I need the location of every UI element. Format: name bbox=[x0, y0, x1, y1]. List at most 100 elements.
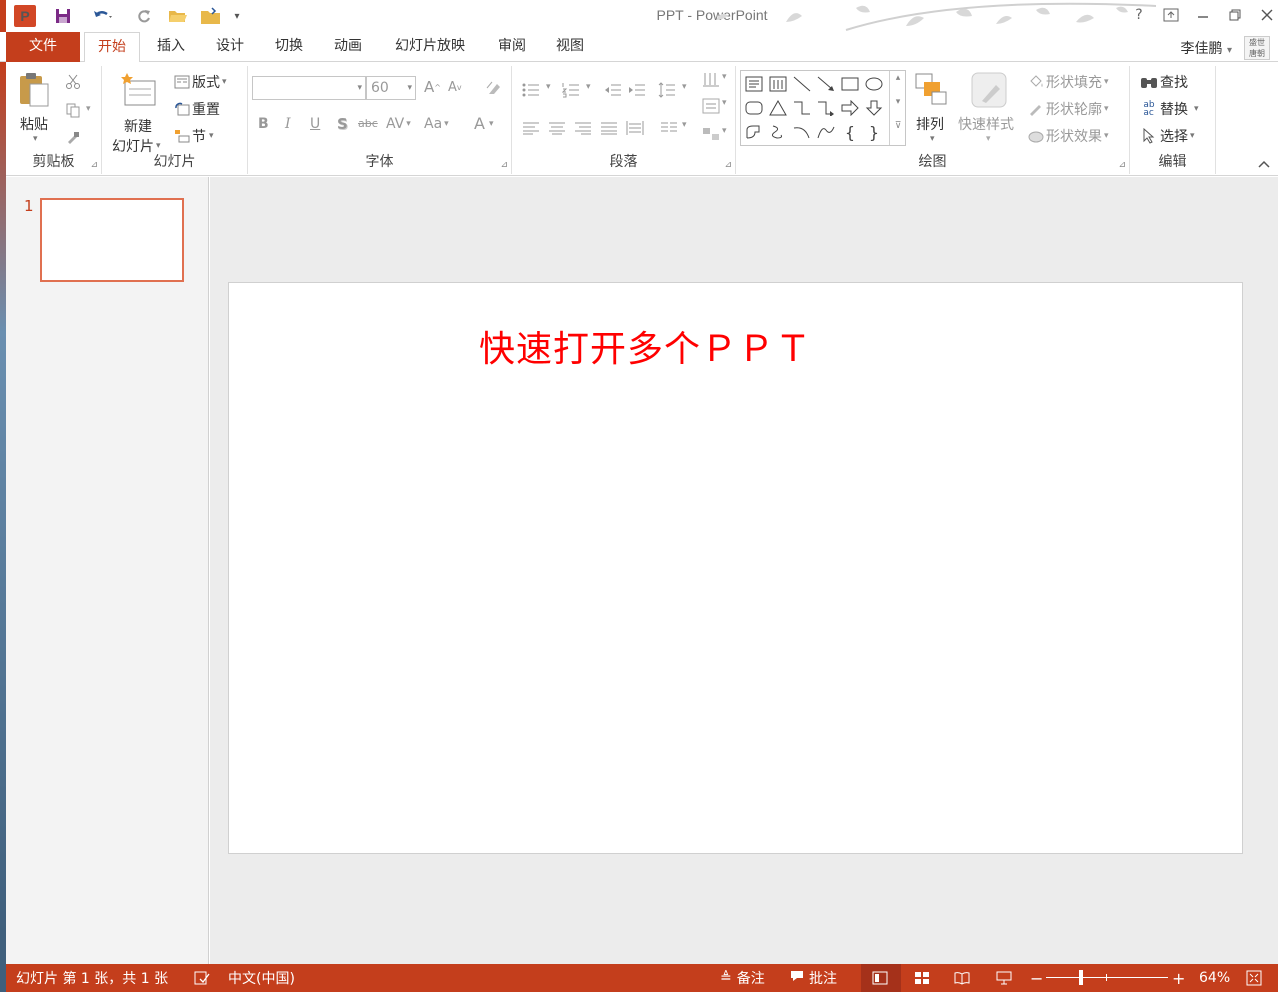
vertical-textbox-shape-icon[interactable] bbox=[767, 73, 789, 95]
font-name-combo[interactable]: ▾ bbox=[252, 76, 366, 100]
fit-slide-icon[interactable] bbox=[1246, 964, 1262, 992]
strikethrough-button[interactable]: abc bbox=[358, 117, 378, 130]
tab-insert[interactable]: 插入 bbox=[145, 32, 197, 62]
slide-thumbnail[interactable] bbox=[40, 198, 184, 282]
quick-styles-icon[interactable] bbox=[968, 70, 1010, 110]
font-color-button[interactable]: A ▾ bbox=[474, 114, 493, 133]
text-direction-dropdown-icon[interactable]: ▾ bbox=[722, 72, 727, 82]
paste-dropdown-icon[interactable]: ▾ bbox=[33, 134, 38, 144]
elbow-arrow-shape-icon[interactable] bbox=[815, 97, 837, 119]
align-text-dropdown-icon[interactable]: ▾ bbox=[722, 98, 727, 108]
elbow-connector-shape-icon[interactable] bbox=[791, 97, 813, 119]
slide-title-text[interactable]: 快速打开多个ＰＰＴ bbox=[479, 320, 812, 372]
replace-button[interactable]: ab ac 替换 ▾ bbox=[1138, 99, 1198, 119]
line-spacing-dropdown-icon[interactable]: ▾ bbox=[682, 82, 687, 92]
reset-button[interactable]: 重置 bbox=[172, 99, 220, 119]
justify-icon[interactable] bbox=[598, 118, 620, 138]
tab-design[interactable]: 设计 bbox=[204, 32, 256, 62]
spell-check-icon[interactable] bbox=[194, 964, 210, 992]
arrow-line-shape-icon[interactable] bbox=[815, 73, 837, 95]
textbox-shape-icon[interactable] bbox=[743, 73, 765, 95]
tab-animations[interactable]: 动画 bbox=[322, 32, 374, 62]
layout-button[interactable]: 版式 ▾ bbox=[172, 72, 227, 92]
bold-button[interactable]: B bbox=[258, 116, 269, 132]
bullets-icon[interactable] bbox=[520, 80, 542, 100]
gallery-up-icon[interactable]: ▴ bbox=[890, 73, 906, 83]
format-painter-icon[interactable] bbox=[62, 128, 84, 148]
quick-styles-button[interactable]: 快速样式 bbox=[958, 114, 1014, 134]
align-right-icon[interactable] bbox=[572, 118, 594, 138]
columns-icon[interactable] bbox=[658, 118, 680, 138]
select-button[interactable]: 选择 ▾ bbox=[1138, 126, 1195, 146]
arrange-button[interactable]: 排列 bbox=[916, 114, 944, 134]
tab-home[interactable]: 开始 bbox=[84, 32, 140, 63]
new-slide-label[interactable]: 新建 bbox=[124, 116, 152, 136]
zoom-level[interactable]: 64% bbox=[1199, 964, 1230, 992]
align-text-icon[interactable] bbox=[700, 96, 722, 116]
numbering-icon[interactable] bbox=[560, 80, 582, 100]
arc-shape-icon[interactable] bbox=[791, 121, 813, 143]
scribble-shape-icon[interactable] bbox=[767, 121, 789, 143]
paste-icon[interactable] bbox=[16, 70, 52, 110]
cut-icon[interactable] bbox=[62, 72, 84, 92]
rounded-rectangle-shape-icon[interactable] bbox=[743, 97, 765, 119]
tab-slideshow[interactable]: 幻灯片放映 bbox=[384, 32, 476, 62]
notes-button[interactable]: ≜ 备注 bbox=[720, 964, 765, 992]
quick-styles-dropdown-icon[interactable]: ▾ bbox=[986, 134, 991, 144]
zoom-in-button[interactable]: + bbox=[1172, 964, 1185, 992]
restore-icon[interactable] bbox=[1220, 4, 1250, 26]
shape-effects-button[interactable]: 形状效果 ▾ bbox=[1026, 126, 1109, 146]
help-icon[interactable]: ? bbox=[1124, 4, 1154, 26]
drawing-launcher-icon[interactable]: ⊿ bbox=[1118, 160, 1126, 170]
find-button[interactable]: 查找 bbox=[1138, 72, 1188, 92]
collapse-ribbon-icon[interactable] bbox=[1258, 157, 1270, 171]
align-left-icon[interactable] bbox=[520, 118, 542, 138]
paste-button[interactable]: 粘贴 bbox=[20, 114, 48, 134]
font-launcher-icon[interactable]: ⊿ bbox=[500, 160, 508, 170]
normal-view-icon[interactable] bbox=[872, 964, 888, 992]
underline-button[interactable]: U bbox=[310, 116, 320, 132]
comments-button[interactable]: 批注 bbox=[790, 964, 837, 992]
left-brace-shape-icon[interactable]: { bbox=[839, 121, 861, 143]
down-arrow-shape-icon[interactable] bbox=[863, 97, 885, 119]
copy-icon[interactable] bbox=[62, 100, 84, 120]
grow-font-button[interactable]: A ^ bbox=[424, 78, 441, 96]
zoom-slider-track[interactable] bbox=[1046, 977, 1168, 978]
avatar[interactable]: 盛世 唐朝 bbox=[1244, 36, 1270, 60]
close-icon[interactable] bbox=[1252, 4, 1278, 26]
arrange-dropdown-icon[interactable]: ▾ bbox=[930, 134, 935, 144]
distributed-icon[interactable] bbox=[624, 118, 646, 138]
slide-canvas[interactable]: 快速打开多个ＰＰＴ bbox=[228, 282, 1243, 854]
tab-review[interactable]: 审阅 bbox=[486, 32, 538, 62]
reading-view-icon[interactable] bbox=[954, 964, 970, 992]
oval-shape-icon[interactable] bbox=[863, 73, 885, 95]
char-spacing-button[interactable]: AV ▾ bbox=[386, 116, 411, 132]
gallery-down-icon[interactable]: ▾ bbox=[890, 97, 906, 107]
smartart-icon[interactable] bbox=[700, 124, 722, 144]
columns-dropdown-icon[interactable]: ▾ bbox=[682, 120, 687, 130]
shrink-font-button[interactable]: Av bbox=[448, 80, 462, 95]
numbering-dropdown-icon[interactable]: ▾ bbox=[586, 82, 591, 92]
ribbon-display-icon[interactable] bbox=[1156, 4, 1186, 26]
bullets-dropdown-icon[interactable]: ▾ bbox=[546, 82, 551, 92]
right-arrow-shape-icon[interactable] bbox=[839, 97, 861, 119]
gallery-more-icon[interactable]: ⊽ bbox=[890, 121, 906, 131]
decrease-indent-icon[interactable] bbox=[602, 80, 624, 100]
slideshow-view-icon[interactable] bbox=[996, 964, 1012, 992]
shape-fill-button[interactable]: 形状填充 ▾ bbox=[1026, 72, 1109, 92]
freeform-shape-icon[interactable] bbox=[743, 121, 765, 143]
line-shape-icon[interactable] bbox=[791, 73, 813, 95]
slide-sorter-view-icon[interactable] bbox=[914, 964, 930, 992]
clipboard-launcher-icon[interactable]: ⊿ bbox=[90, 160, 98, 170]
copy-dropdown-icon[interactable]: ▾ bbox=[86, 104, 91, 114]
section-button[interactable]: 节 ▾ bbox=[172, 126, 214, 146]
zoom-slider-thumb[interactable] bbox=[1079, 970, 1083, 985]
tab-transitions[interactable]: 切换 bbox=[263, 32, 315, 62]
curve-shape-icon[interactable] bbox=[815, 121, 837, 143]
minimize-icon[interactable] bbox=[1188, 4, 1218, 26]
text-direction-icon[interactable] bbox=[700, 70, 722, 90]
increase-indent-icon[interactable] bbox=[626, 80, 648, 100]
smartart-dropdown-icon[interactable]: ▾ bbox=[722, 126, 727, 136]
text-shadow-button[interactable]: S bbox=[337, 115, 348, 133]
right-brace-shape-icon[interactable]: } bbox=[863, 121, 885, 143]
